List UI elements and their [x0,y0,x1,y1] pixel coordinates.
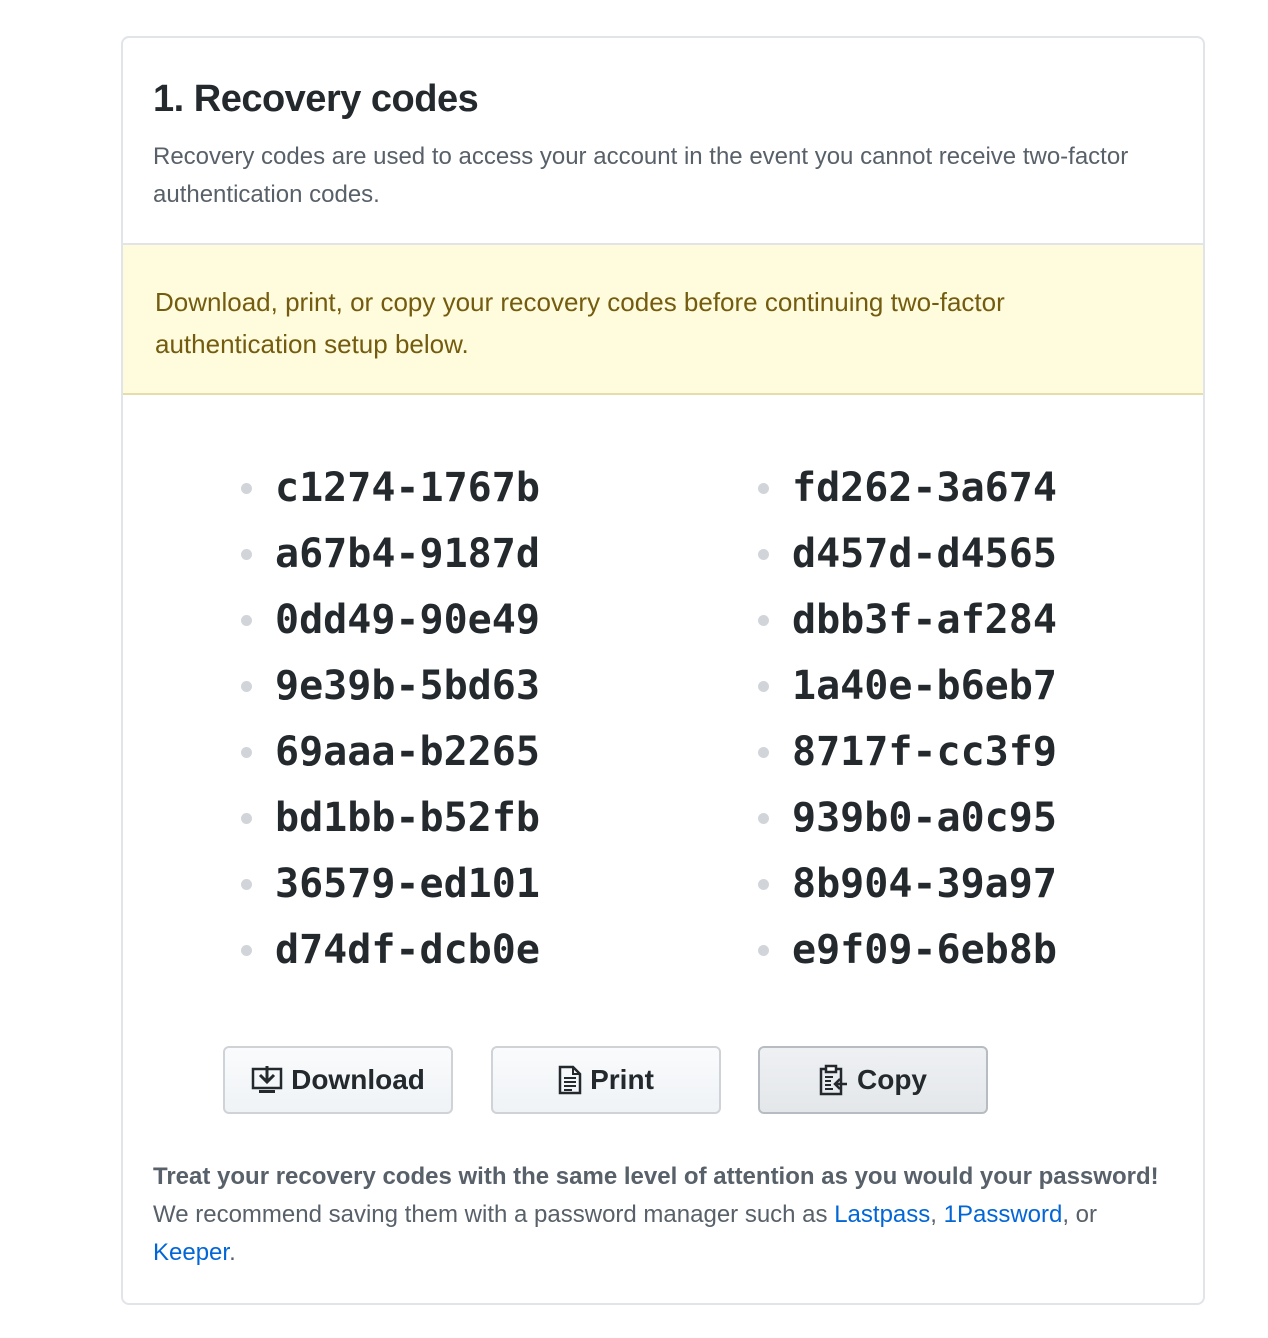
recovery-code: 8b904-39a97 [758,851,1057,917]
recovery-code: bd1bb-b52fb [241,785,540,851]
recovery-code: 69aaa-b2265 [241,719,540,785]
recovery-code: d457d-d4565 [758,521,1057,587]
copy-button[interactable]: Copy [758,1046,988,1114]
note-text: We recommend saving them with a password… [153,1201,835,1228]
bullet-icon [758,945,769,956]
note-emphasis: Treat your recovery codes with the same … [153,1163,1159,1190]
recovery-code: 8717f-cc3f9 [758,719,1057,785]
page-title: 1. Recovery codes [153,78,479,120]
recovery-code: fd262-3a674 [758,455,1057,521]
lastpass-link[interactable]: Lastpass [834,1201,930,1228]
bullet-icon [241,813,252,824]
download-label: Download [291,1064,425,1095]
bullet-icon [241,747,252,758]
security-note: Treat your recovery codes with the same … [153,1158,1183,1272]
action-buttons: Download Print Copy [123,1046,1203,1116]
bullet-icon [241,879,252,890]
print-label: Print [590,1064,654,1095]
print-button[interactable]: Print [491,1046,721,1114]
bullet-icon [241,945,252,956]
bullet-icon [758,681,769,692]
file-icon [558,1065,582,1095]
warning-text: Download, print, or copy your recovery c… [155,287,1005,359]
bullet-icon [758,549,769,560]
keeper-link[interactable]: Keeper [153,1239,229,1266]
bullet-icon [241,549,252,560]
codes-column-right: fd262-3a674 d457d-d4565 dbb3f-af284 1a40… [758,455,1057,983]
recovery-code: c1274-1767b [241,455,540,521]
note-separator: , [930,1201,937,1228]
desktop-download-icon [251,1066,283,1093]
recovery-code: 0dd49-90e49 [241,587,540,653]
recovery-codes-panel: 1. Recovery codes Recovery codes are use… [121,36,1205,1305]
1password-link[interactable]: 1Password [944,1201,1063,1228]
bullet-icon [758,747,769,758]
codes-column-left: c1274-1767b a67b4-9187d 0dd49-90e49 9e39… [241,455,540,983]
bullet-icon [241,681,252,692]
bullet-icon [241,483,252,494]
note-end: . [229,1239,236,1266]
recovery-code: 1a40e-b6eb7 [758,653,1057,719]
bullet-icon [758,483,769,494]
bullet-icon [758,879,769,890]
recovery-code: 939b0-a0c95 [758,785,1057,851]
clippy-icon [819,1064,847,1096]
recovery-code: a67b4-9187d [241,521,540,587]
recovery-codes-list: c1274-1767b a67b4-9187d 0dd49-90e49 9e39… [123,395,1203,1015]
recovery-code: 36579-ed101 [241,851,540,917]
recovery-code: d74df-dcb0e [241,917,540,983]
bullet-icon [758,615,769,626]
panel-description: Recovery codes are used to access your a… [153,143,1129,208]
recovery-code: e9f09-6eb8b [758,917,1057,983]
bullet-icon [241,615,252,626]
recovery-code: 9e39b-5bd63 [241,653,540,719]
warning-flash: Download, print, or copy your recovery c… [123,245,1203,395]
copy-label: Copy [857,1064,927,1095]
recovery-code: dbb3f-af284 [758,587,1057,653]
bullet-icon [758,813,769,824]
note-separator: , or [1062,1201,1098,1228]
panel-header: 1. Recovery codes Recovery codes are use… [123,38,1203,245]
download-button[interactable]: Download [223,1046,453,1114]
